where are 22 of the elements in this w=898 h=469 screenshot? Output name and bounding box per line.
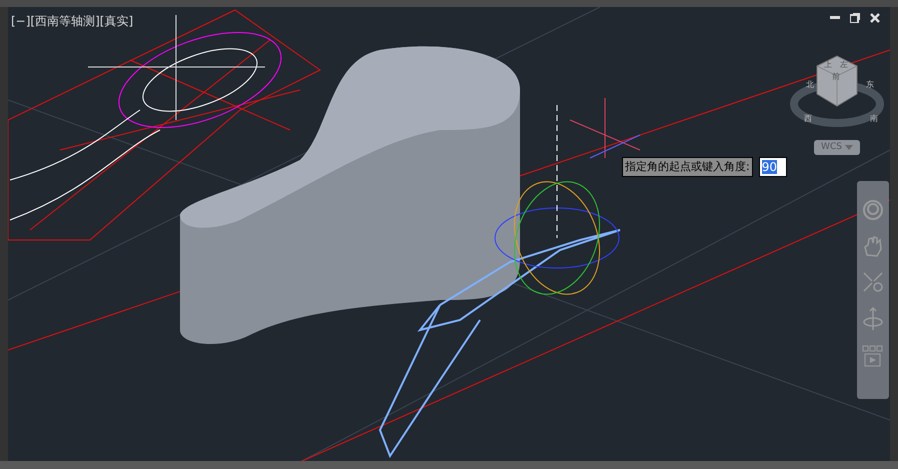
steering-wheel-icon[interactable] (862, 199, 884, 221)
caret-icon (844, 145, 853, 150)
restore-icon[interactable] (850, 13, 860, 23)
view-cube-drawing[interactable] (790, 54, 884, 127)
cube-face-label[interactable]: 左 (836, 59, 852, 71)
compass-label[interactable]: 北 (806, 79, 814, 91)
orbit-icon[interactable] (862, 307, 884, 331)
horizontal-scrollbar[interactable] (0, 461, 898, 469)
hand-icon[interactable] (863, 235, 883, 257)
cube-face-label[interactable]: 上 (820, 59, 836, 71)
zoom-icon[interactable] (862, 271, 884, 293)
compass-label[interactable]: 西 (804, 113, 812, 125)
cube-face-label[interactable]: 前 (828, 71, 844, 83)
show-motion-icon[interactable] (862, 345, 884, 367)
angle-input-field[interactable]: 90 (758, 157, 787, 177)
compass-label[interactable]: 东 (866, 79, 874, 91)
command-prompt: 指定角的起点或键入角度: (622, 157, 753, 177)
minimize-icon[interactable] (830, 16, 840, 20)
close-icon[interactable] (870, 13, 880, 23)
compass-label[interactable]: 南 (870, 113, 878, 125)
viewport-label[interactable]: [−][西南等轴测][真实] (11, 12, 134, 30)
ucs-menu[interactable]: WCS (814, 140, 860, 155)
